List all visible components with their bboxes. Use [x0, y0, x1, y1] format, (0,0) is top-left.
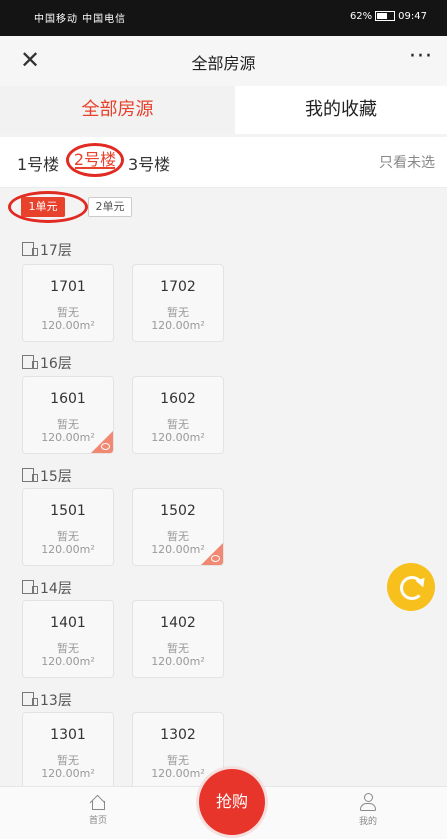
room-status: 暂无 — [167, 642, 189, 655]
building-icon — [22, 242, 38, 256]
mine-tab-label: 我的 — [358, 817, 377, 827]
clock: 09:47 — [398, 11, 427, 22]
room-number: 1702 — [160, 279, 196, 295]
room-area: 120.00m² — [41, 543, 95, 556]
building-icon — [22, 692, 38, 706]
floor-label: 14层 — [22, 578, 72, 598]
unit-tab-1[interactable]: 1单元 — [21, 197, 65, 217]
room-status: 暂无 — [57, 306, 79, 319]
building-tab-2[interactable]: 2号楼 — [66, 143, 124, 177]
room-number: 1701 — [50, 279, 86, 295]
floor-label-text: 14层 — [40, 581, 72, 597]
home-tab-label: 首页 — [88, 816, 107, 826]
building-tab-3[interactable]: 3号楼 — [128, 151, 170, 175]
room-status: 暂无 — [167, 530, 189, 543]
room-number: 1302 — [160, 727, 196, 743]
room-card[interactable]: 1502 暂无 120.00m² — [132, 488, 224, 566]
mine-tab[interactable]: 我的 — [348, 793, 388, 827]
room-area: 120.00m² — [151, 655, 205, 668]
floor-label-text: 17层 — [40, 243, 72, 259]
unit-selector: 1单元 2单元 — [0, 188, 447, 228]
room-area: 120.00m² — [41, 655, 95, 668]
room-area: 120.00m² — [151, 319, 205, 332]
building-icon — [22, 355, 38, 369]
page-title: 全部房源 — [191, 54, 256, 73]
tab-all-listings[interactable]: 全部房源 — [0, 86, 235, 134]
room-area: 120.00m² — [41, 319, 95, 332]
room-number: 1501 — [50, 503, 86, 519]
tab-bar: 全部房源 我的收藏 — [0, 86, 447, 134]
rush-buy-button[interactable]: 抢购 — [199, 769, 265, 835]
viewed-corner-badge — [201, 543, 223, 565]
room-area: 120.00m² — [41, 767, 95, 780]
room-area: 120.00m² — [151, 431, 205, 444]
room-number: 1301 — [50, 727, 86, 743]
room-card[interactable]: 1401 暂无 120.00m² — [22, 600, 114, 678]
unselected-only-filter[interactable]: 只看未选 — [379, 152, 435, 172]
room-card[interactable]: 1601 暂无 120.00m² — [22, 376, 114, 454]
floor-label-text: 13层 — [40, 693, 72, 709]
building-tab-1[interactable]: 1号楼 — [17, 151, 59, 175]
room-number: 1601 — [50, 391, 86, 407]
home-tab[interactable]: 首页 — [78, 793, 118, 826]
room-status: 暂无 — [57, 530, 79, 543]
building-selector: 1号楼 2号楼 3号楼 只看未选 — [0, 137, 447, 188]
room-status: 暂无 — [57, 754, 79, 767]
room-status: 暂无 — [57, 642, 79, 655]
room-card[interactable]: 1701 暂无 120.00m² — [22, 264, 114, 342]
nav-bar: ✕ 全部房源 ··· — [0, 36, 447, 86]
viewed-corner-badge — [91, 431, 113, 453]
room-number: 1401 — [50, 615, 86, 631]
battery-percent: 62% — [349, 11, 373, 22]
room-number: 1402 — [160, 615, 196, 631]
status-right: 62% 09:47 — [350, 11, 427, 22]
tab-my-favorites[interactable]: 我的收藏 — [235, 86, 447, 134]
user-icon — [359, 793, 377, 811]
eye-icon — [101, 443, 110, 450]
carrier-label: 中国移动 中国电信 — [34, 14, 127, 25]
status-bar: 中国移动 中国电信 62% 09:47 — [0, 0, 447, 36]
battery-icon — [375, 11, 396, 21]
floor-label-text: 16层 — [40, 356, 72, 372]
room-status: 暂无 — [167, 754, 189, 767]
room-card[interactable]: 1301 暂无 120.00m² — [22, 712, 114, 790]
room-card[interactable]: 1402 暂无 120.00m² — [132, 600, 224, 678]
unit-tab-2[interactable]: 2单元 — [88, 197, 132, 217]
eye-icon — [211, 555, 220, 562]
refresh-button[interactable] — [387, 563, 435, 611]
room-status: 暂无 — [57, 418, 79, 431]
building-icon — [22, 468, 38, 482]
floor-label: 17层 — [22, 240, 72, 260]
room-number: 1602 — [160, 391, 196, 407]
floor-label-text: 15层 — [40, 469, 72, 485]
floor-label: 15层 — [22, 466, 72, 486]
room-number: 1502 — [160, 503, 196, 519]
floor-label: 13层 — [22, 690, 72, 710]
floor-label: 16层 — [22, 353, 72, 373]
room-status: 暂无 — [167, 306, 189, 319]
active-underline — [75, 167, 115, 169]
room-card[interactable]: 1501 暂无 120.00m² — [22, 488, 114, 566]
room-status: 暂无 — [167, 418, 189, 431]
room-card[interactable]: 1702 暂无 120.00m² — [132, 264, 224, 342]
building-icon — [22, 580, 38, 594]
room-card[interactable]: 1602 暂无 120.00m² — [132, 376, 224, 454]
home-icon — [89, 793, 107, 810]
more-icon[interactable]: ··· — [409, 44, 433, 69]
